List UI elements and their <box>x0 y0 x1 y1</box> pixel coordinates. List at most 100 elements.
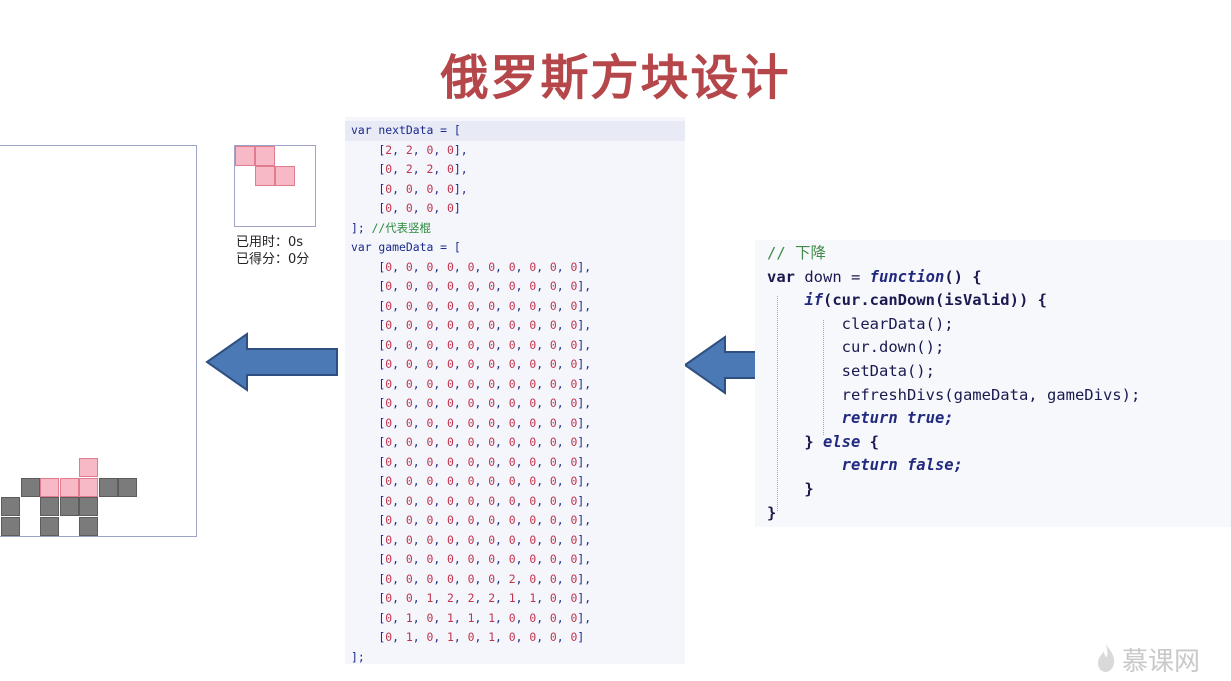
board-block-fixed <box>20 477 40 497</box>
code-text: [ <box>351 630 386 644</box>
code-number: 0 <box>549 591 557 605</box>
code-text: ], <box>577 454 592 469</box>
board-block-fixed <box>1 497 20 516</box>
code-text: , <box>495 454 509 469</box>
indent-guide <box>823 320 824 435</box>
code-text: , <box>433 396 448 410</box>
code-line: ]; <box>351 648 685 668</box>
code-line: var gameData = [ <box>351 238 685 258</box>
code-text: , <box>392 630 406 644</box>
next-block-cell <box>235 146 255 166</box>
code-text: , <box>515 493 530 508</box>
code-text: , <box>495 591 509 605</box>
code-number: 1 <box>508 591 516 605</box>
code-line: [0, 0, 0, 0, 0, 0, 0, 0, 0, 0], <box>351 336 685 356</box>
code-number: 0 <box>447 396 454 410</box>
code-text: , <box>433 415 448 430</box>
code-number: 0 <box>508 279 516 293</box>
code-text: , <box>412 337 427 352</box>
code-number: 0 <box>447 142 454 157</box>
code-line: [0, 0, 0, 0, 0, 0, 0, 0, 0, 0], <box>351 258 685 278</box>
code-text: [ <box>351 318 386 332</box>
code-text: , <box>556 259 571 274</box>
code-text: , <box>412 571 427 586</box>
code-text: , <box>412 201 427 215</box>
next-block-cell <box>275 166 295 186</box>
code-text: , <box>474 435 489 449</box>
code-text: , <box>453 610 468 625</box>
code-text: , <box>433 630 448 644</box>
code-text: ]; <box>351 220 372 235</box>
code-text: , <box>392 142 406 157</box>
code-text: ], <box>577 376 592 391</box>
code-number: 0 <box>405 259 413 274</box>
code-keyword: var <box>351 123 372 137</box>
code-text: , <box>433 435 448 449</box>
code-keyword: return false; <box>841 456 963 475</box>
code-line: [0, 0, 0, 0, 0, 0, 0, 0, 0, 0], <box>351 511 685 531</box>
code-text: , <box>515 552 530 566</box>
game-stats: 已用时：0s 已得分：0分 <box>236 234 309 268</box>
code-text: , <box>392 454 406 469</box>
code-line: setData(); <box>767 360 1231 384</box>
code-number: 0 <box>447 513 454 527</box>
board-block-current <box>79 458 98 477</box>
code-text: , <box>453 435 468 449</box>
code-text: , <box>433 474 448 488</box>
code-text: , <box>556 493 571 508</box>
code-text: , <box>474 493 489 508</box>
code-number: 0 <box>549 415 557 430</box>
board-block-fixed <box>118 477 137 497</box>
code-line: [0, 0, 0, 0, 0, 0, 0, 0, 0, 0], <box>351 394 685 414</box>
board-block-current <box>59 477 79 497</box>
code-text: , <box>412 357 427 371</box>
code-text: , <box>556 396 571 410</box>
code-text: , <box>433 201 448 215</box>
code-text: () { <box>944 267 982 286</box>
code-text: [ <box>351 357 386 371</box>
code-text: , <box>536 435 550 449</box>
code-line: [0, 0, 0, 0, 0, 0, 0, 0, 0, 0], <box>351 472 685 492</box>
code-text: , <box>536 357 550 371</box>
code-text: , <box>495 357 509 371</box>
code-number: 0 <box>549 396 557 410</box>
code-number: 0 <box>508 474 516 488</box>
code-line: [0, 0, 0, 0], <box>351 180 685 200</box>
code-text: ], <box>453 162 468 176</box>
code-line: if(cur.canDown(isValid)) { <box>767 289 1231 313</box>
code-line: clearData(); <box>767 313 1231 337</box>
code-text: , <box>392 552 406 566</box>
code-line: [0, 0, 0, 0, 0, 0, 0, 0, 0, 0], <box>351 453 685 473</box>
code-text: , <box>412 493 427 508</box>
code-text: , <box>392 610 406 625</box>
code-text: , <box>515 357 530 371</box>
code-text: , <box>453 552 468 566</box>
code-line: var down = function() { <box>767 266 1231 290</box>
code-text: [ <box>351 610 386 625</box>
code-number: 0 <box>447 337 454 352</box>
code-text: , <box>453 318 468 332</box>
code-number: 2 <box>405 142 413 157</box>
code-number: 0 <box>447 493 454 508</box>
code-text: , <box>392 279 406 293</box>
code-number: 0 <box>508 454 516 469</box>
code-text: , <box>556 532 571 547</box>
code-line: [0, 0, 0, 0] <box>351 199 685 219</box>
code-text: , <box>556 279 571 293</box>
code-text: , <box>515 318 530 332</box>
code-text: , <box>453 357 468 371</box>
code-text: , <box>433 357 448 371</box>
code-text: gameData = [ <box>371 240 461 254</box>
code-text: ], <box>453 181 468 196</box>
code-text: , <box>412 532 427 547</box>
code-number: 0 <box>405 591 413 605</box>
code-comment: // 下降 <box>767 244 826 262</box>
code-number: 0 <box>405 279 413 293</box>
code-text: , <box>453 396 468 410</box>
code-number: 0 <box>405 493 413 508</box>
code-text: , <box>556 591 571 605</box>
code-text: ], <box>577 357 592 371</box>
code-number: 0 <box>447 259 454 274</box>
code-line: [2, 2, 0, 0], <box>351 141 685 161</box>
code-number: 2 <box>405 162 413 176</box>
